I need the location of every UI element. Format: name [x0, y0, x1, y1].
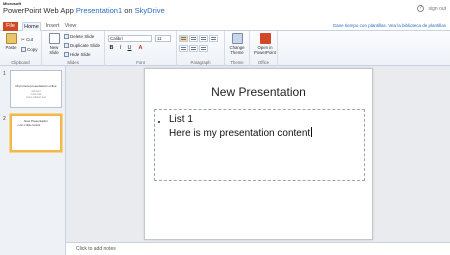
- ribbon: Paste ✂ Cut Copy Clipboard New Slide Del…: [0, 31, 450, 66]
- app-title: PowerPoint Web App Presentation1 on SkyD…: [3, 6, 165, 15]
- change-theme-label: Change Theme: [229, 45, 245, 55]
- slides-group: New Slide Delete Slide Duplicate Slide H…: [42, 31, 105, 66]
- content-line-2[interactable]: Here is my presentation content: [169, 127, 313, 139]
- open-in-powerpoint-button[interactable]: Open in PowerPoint: [254, 33, 276, 57]
- increase-indent-icon[interactable]: [209, 35, 218, 42]
- thumb-1-subtitle-3: more subtext text: [26, 96, 46, 99]
- clipboard-group-label: Clipboard: [11, 60, 30, 65]
- paragraph-group-label: Paragraph: [190, 60, 211, 65]
- slide-thumbnail-2[interactable]: New Presentation • List 1 slide content: [10, 114, 62, 152]
- new-slide-label: New Slide: [49, 45, 59, 55]
- notes-pane[interactable]: Click to add notes: [66, 242, 450, 255]
- decrease-indent-icon[interactable]: [199, 35, 208, 42]
- scissors-icon: ✂: [21, 37, 25, 42]
- change-theme-button[interactable]: Change Theme: [228, 33, 246, 57]
- duplicate-slide-icon: [64, 43, 69, 49]
- new-slide-icon: [48, 33, 60, 44]
- office-group-label: Office: [257, 60, 270, 65]
- slide-editor: New Presentation List 1 Here is my prese…: [66, 66, 450, 242]
- content-placeholder[interactable]: List 1 Here is my presentation content: [154, 109, 365, 181]
- copy-button[interactable]: Copy: [21, 46, 38, 53]
- theme-icon: [231, 33, 243, 44]
- font-size-select[interactable]: 11: [155, 35, 171, 42]
- thumb-1-title: Mi primera presentación online: [15, 84, 57, 88]
- text-cursor: [311, 127, 313, 137]
- tab-file[interactable]: File: [3, 22, 18, 31]
- italic-button[interactable]: I: [117, 45, 124, 52]
- title-bar: Microsoft PowerPoint Web App Presentatio…: [0, 0, 450, 22]
- delete-slide-icon: [64, 34, 69, 40]
- tab-view[interactable]: View: [64, 22, 77, 31]
- duplicate-slide-label: Duplicate Slide: [70, 43, 101, 48]
- new-slide-button[interactable]: New Slide: [45, 33, 63, 57]
- paragraph-group: Paragraph: [177, 31, 225, 66]
- skydrive-link[interactable]: SkyDrive: [135, 6, 165, 15]
- sign-out-link[interactable]: sign out: [428, 6, 446, 12]
- font-color-button[interactable]: A: [137, 45, 144, 52]
- font-group-label: Font: [136, 60, 145, 65]
- font-group: Calibri 11 B I U A Font: [105, 31, 177, 66]
- slide-thumbnail-1[interactable]: Mi primera presentación online sub text …: [10, 70, 62, 108]
- underline-button[interactable]: U: [126, 45, 133, 52]
- cut-button[interactable]: ✂ Cut: [21, 36, 33, 43]
- bullet-dot: [158, 121, 160, 123]
- paste-icon: [5, 33, 17, 44]
- delete-slide-label: Delete Slide: [70, 34, 95, 39]
- slide-title[interactable]: New Presentation: [145, 85, 372, 99]
- app-name: PowerPoint Web App: [3, 6, 74, 15]
- align-center-icon[interactable]: [189, 45, 198, 52]
- copy-icon: [21, 47, 26, 53]
- paste-label: Paste: [5, 45, 17, 50]
- slides-group-label: Slides: [67, 60, 79, 65]
- tab-insert[interactable]: Insert: [45, 22, 60, 31]
- numbering-icon[interactable]: [189, 35, 198, 42]
- slide-number-1: 1: [3, 71, 6, 77]
- open-in-powerpoint-label: Open in PowerPoint: [254, 45, 276, 55]
- delete-slide-button[interactable]: Delete Slide: [64, 33, 94, 40]
- bold-button[interactable]: B: [108, 45, 115, 52]
- clipboard-group: Paste ✂ Cut Copy Clipboard: [0, 31, 42, 66]
- paste-button[interactable]: Paste: [2, 33, 20, 57]
- help-icon[interactable]: ?: [417, 5, 424, 12]
- bullets-icon[interactable]: [179, 35, 188, 42]
- theme-group-label: Theme: [230, 60, 244, 65]
- duplicate-slide-button[interactable]: Duplicate Slide: [64, 42, 100, 49]
- theme-group: Change Theme Theme: [225, 31, 250, 66]
- office-group: Open in PowerPoint Office: [250, 31, 278, 66]
- hide-slide-button[interactable]: Hide Slide: [64, 51, 91, 58]
- cut-label: Cut: [26, 37, 34, 42]
- thumb-2-bullet: • List 1 slide content: [17, 124, 41, 127]
- on-word: on: [124, 6, 133, 15]
- document-name-link[interactable]: Presentation1: [76, 6, 122, 15]
- hide-slide-label: Hide Slide: [70, 52, 91, 57]
- slide-number-2: 2: [3, 116, 6, 122]
- font-family-select[interactable]: Calibri: [108, 35, 152, 42]
- ribbon-tabs: File Home Insert View Gane tiempo con pl…: [0, 22, 450, 31]
- slide-canvas[interactable]: New Presentation List 1 Here is my prese…: [144, 68, 373, 240]
- content-line-1[interactable]: List 1: [169, 114, 193, 125]
- tab-home[interactable]: Home: [22, 22, 41, 31]
- align-left-icon[interactable]: [179, 45, 188, 52]
- hide-slide-icon: [64, 52, 69, 58]
- thumb-2-title: New Presentation: [24, 119, 48, 123]
- copy-label: Copy: [27, 47, 38, 52]
- slide-thumbnails-panel: 1 Mi primera presentación online sub tex…: [0, 66, 66, 255]
- templates-promo-link[interactable]: Gane tiempo con plantillas. Vea la bibli…: [333, 23, 446, 28]
- powerpoint-icon: [259, 33, 271, 44]
- content-line-2-text: Here is my presentation content: [169, 128, 311, 139]
- notes-placeholder[interactable]: Click to add notes: [76, 246, 116, 252]
- align-right-icon[interactable]: [199, 45, 208, 52]
